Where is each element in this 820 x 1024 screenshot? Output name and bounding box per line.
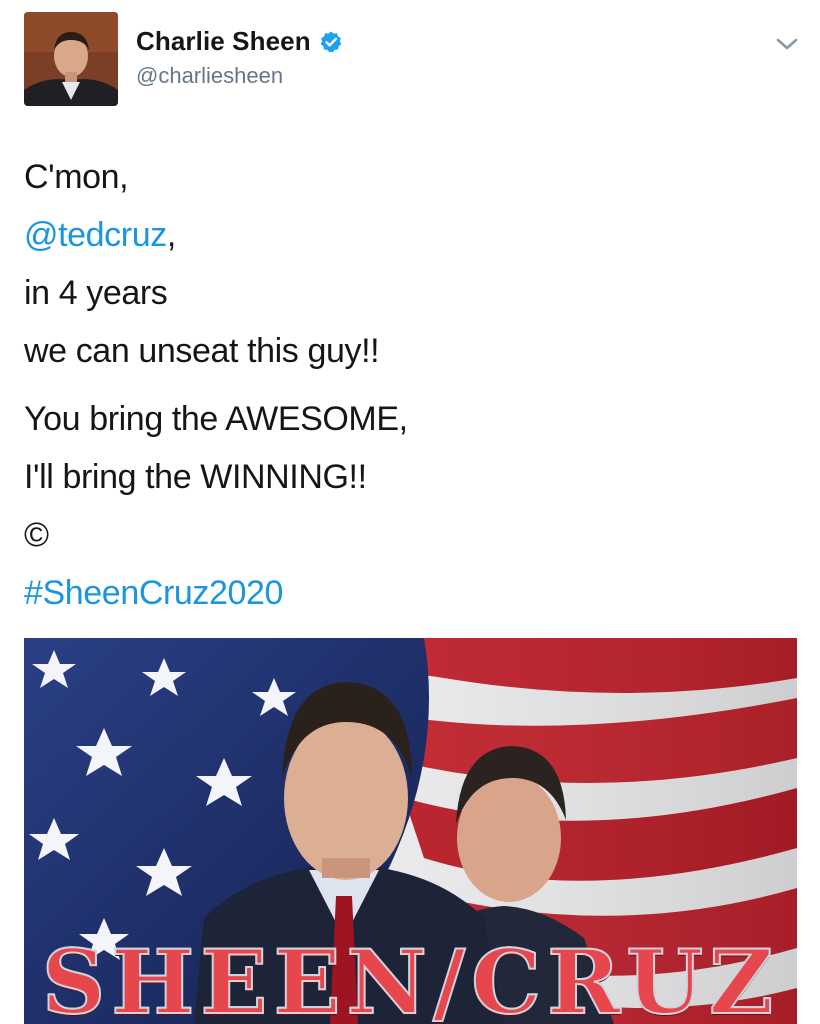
tweet-line: C'mon, — [24, 158, 129, 196]
mention-link[interactable]: @tedcruz — [24, 216, 167, 254]
chevron-down-icon[interactable] — [772, 32, 802, 56]
tweet-card: Charlie Sheen @charliesheen C'mon, @tedc… — [0, 0, 820, 1024]
hashtag-link[interactable]: #SheenCruz2020 — [24, 574, 283, 612]
tweet-media-image[interactable]: SHEEN/CRUZ — [24, 638, 797, 1024]
poster-caption: SHEEN/CRUZ — [41, 929, 780, 1024]
user-header: Charlie Sheen @charliesheen — [136, 26, 343, 89]
tweet-line: we can unseat this guy!! — [24, 332, 380, 370]
copyright-symbol: © — [24, 516, 49, 554]
tweet-line-mention: @tedcruz, — [24, 206, 408, 264]
tweet-line-hashtag: #SheenCruz2020 — [24, 564, 408, 622]
tweet-line: in 4 years — [24, 274, 168, 312]
verified-badge-icon — [319, 30, 343, 54]
person-avatar-icon — [24, 12, 118, 106]
name-row: Charlie Sheen — [136, 26, 343, 57]
mention-suffix: , — [166, 216, 176, 254]
tweet-line: I'll bring the WINNING!! — [24, 458, 367, 496]
tweet-line: You bring the AWESOME, — [24, 400, 408, 438]
display-name[interactable]: Charlie Sheen — [136, 26, 311, 57]
tweet-text: C'mon, @tedcruz, in 4 years we can unsea… — [24, 148, 408, 622]
avatar[interactable] — [24, 12, 118, 106]
user-handle[interactable]: @charliesheen — [136, 63, 343, 89]
